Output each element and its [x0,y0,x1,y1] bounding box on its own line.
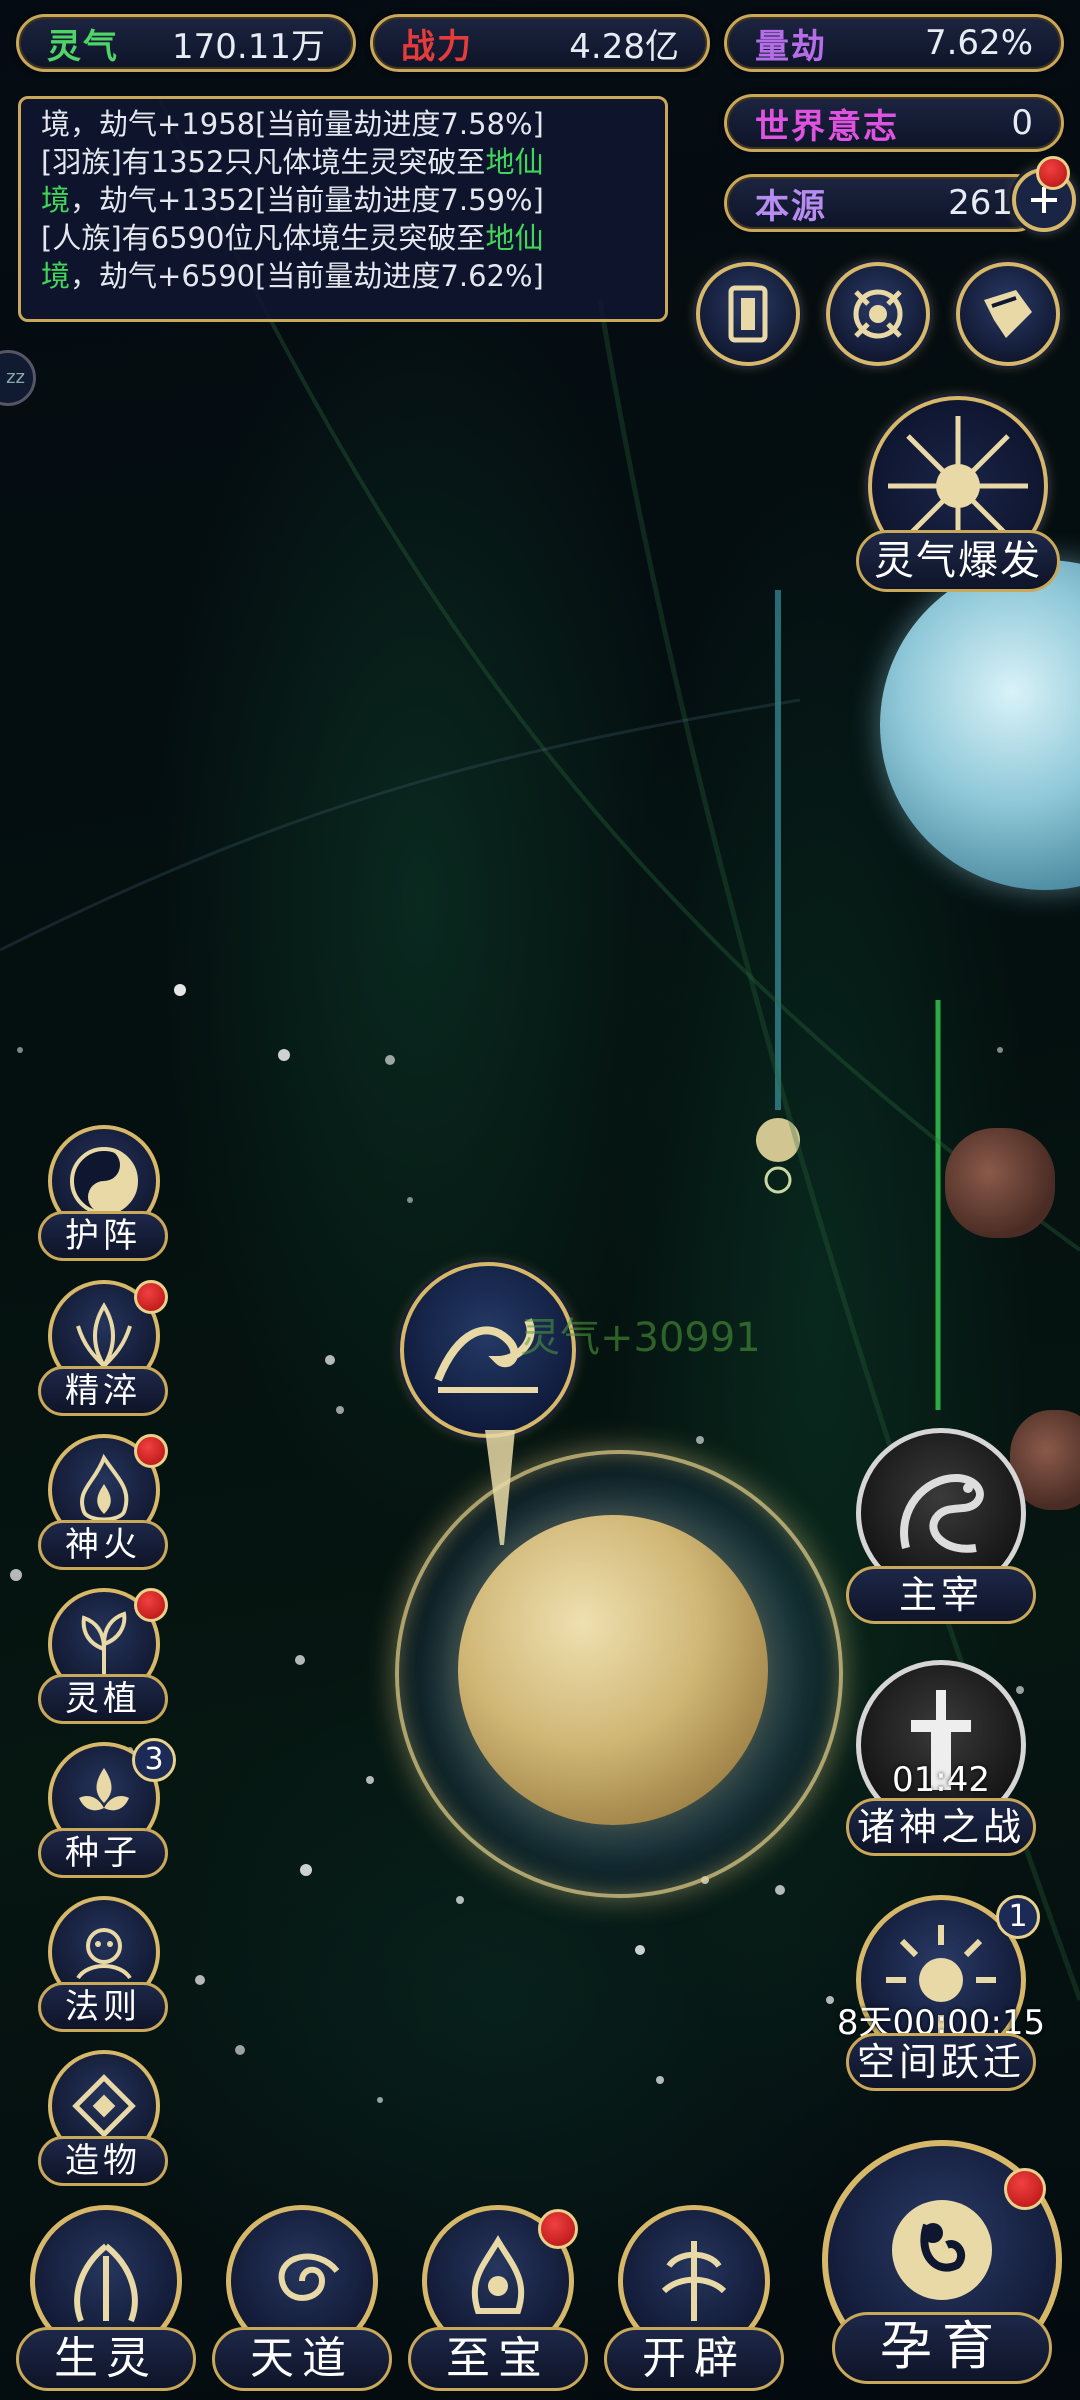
notification-dot [134,1434,168,1468]
menu-label: 灵植 [38,1674,168,1724]
zhanli-label: 战力 [401,26,473,67]
master-label: 主宰 [846,1566,1036,1624]
gods-war-label: 诸神之战 [846,1798,1036,1856]
menu-zaowu[interactable]: 造物 [38,2050,168,2190]
nurture-label: 孕育 [832,2312,1052,2384]
nav-kaipi[interactable]: 开辟 [604,2205,784,2395]
liangjie-label: 量劫 [755,26,827,67]
marker-pin [485,1430,515,1545]
lingqi-label: 灵气 [47,26,119,67]
zhanli-value: 4.28亿 [569,26,679,67]
lingqi-bar[interactable]: 灵气 170.11万 [16,14,356,72]
menu-label: 种子 [38,1828,168,1878]
log-line: 境，劫气+1958[当前量劫进度7.58%] [41,107,544,141]
menu-faze[interactable]: 法则 [38,1896,168,2036]
nav-label: 天道 [212,2327,392,2391]
gods-war-button[interactable]: 01:42 诸神之战 [846,1660,1036,1860]
notification-dot [538,2209,578,2249]
event-log: 境，劫气+1958[当前量劫进度7.58%] [羽族]有1352只凡体境生灵突破… [18,96,668,322]
dragon-icon [900,1473,984,1553]
benyuan-value: 261 [948,183,1013,223]
menu-huzhen[interactable]: 护阵 [38,1125,168,1265]
portal-button[interactable] [826,262,930,366]
lingqi-gain-text: 灵气+30991 [520,1315,761,1361]
benyuan-label: 本源 [755,186,827,227]
log-line: 境，劫气+1352[当前量劫进度7.59%] [41,183,544,217]
treasure-icon [471,2235,525,2314]
rune-icon [76,1928,132,1980]
space-jump-label: 空间跃迁 [846,2033,1036,2091]
master-button[interactable]: 主宰 [846,1428,1036,1628]
creation-icon [72,2074,136,2138]
main-planet[interactable] [458,1515,768,1825]
shijie-bar[interactable]: 世界意志 0 [724,94,1064,152]
count-badge: 3 [132,1738,176,1782]
zhanli-bar[interactable]: 战力 4.28亿 [370,14,710,72]
count-badge: 1 [996,1895,1040,1939]
nav-tiandao[interactable]: 天道 [212,2205,392,2395]
nav-label: 至宝 [408,2327,588,2391]
menu-zhongzi[interactable]: 种子 3 [38,1738,176,1882]
menu-label: 法则 [38,1982,168,2032]
nav-shengling[interactable]: 生灵 [16,2205,196,2395]
nurture-button[interactable]: 孕育 [818,2140,1066,2390]
seed-icon [79,1768,129,1811]
menu-label: 精淬 [38,1366,168,1416]
flower-icon [76,1302,132,1370]
benyuan-bar[interactable]: 本源 261 [724,174,1044,232]
gods-war-timer: 01:42 [892,1760,990,1800]
plant-icon [81,1611,127,1674]
game-screen: 灵气+30991 灵气 170.11万 战力 4.28亿 量劫 7.62% 世界… [0,0,1080,2400]
swirl-icon [278,2253,340,2301]
nav-label: 开辟 [604,2327,784,2391]
scroll-icon [984,290,1032,338]
menu-label: 造物 [38,2136,168,2186]
vortex-icon [853,289,903,339]
liangjie-value: 7.62% [924,23,1033,63]
menu-shenhuo[interactable]: 神火 [38,1434,168,1574]
cards-button[interactable] [696,262,800,366]
log-line: [羽族]有1352只凡体境生灵突破至地仙 [41,145,544,179]
menu-jingcui[interactable]: 精淬 [38,1280,168,1420]
notification-dot [1036,156,1070,190]
menu-label: 护阵 [38,1211,168,1261]
nav-zhibao[interactable]: 至宝 [408,2205,588,2395]
shijie-value: 0 [1011,103,1033,143]
phoenix-icon [74,2243,138,2323]
axe-icon [661,2241,727,2321]
log-line: 境，劫气+6590[当前量劫进度7.62%] [41,259,544,293]
notification-dot [1004,2168,1046,2210]
notification-dot [134,1280,168,1314]
flame-icon [80,1453,129,1522]
menu-label: 神火 [38,1520,168,1570]
liangjie-bar[interactable]: 量劫 7.62% [724,14,1064,72]
card-icon [728,285,768,343]
log-line: [人族]有6590位凡体境生灵突破至地仙 [41,221,544,255]
spirit-burst-label[interactable]: 灵气爆发 [856,530,1060,592]
menu-lingzhi[interactable]: 灵植 [38,1588,168,1728]
scroll-button[interactable] [956,262,1060,366]
nav-label: 生灵 [16,2327,196,2391]
notification-dot [134,1588,168,1622]
asteroid [945,1128,1055,1238]
space-jump-button[interactable]: 8天00:00:15 空间跃迁 1 [837,1895,1045,2095]
shijie-label: 世界意志 [755,106,899,147]
yin-yang-icon [70,1147,138,1215]
lingqi-value: 170.11万 [172,26,325,67]
